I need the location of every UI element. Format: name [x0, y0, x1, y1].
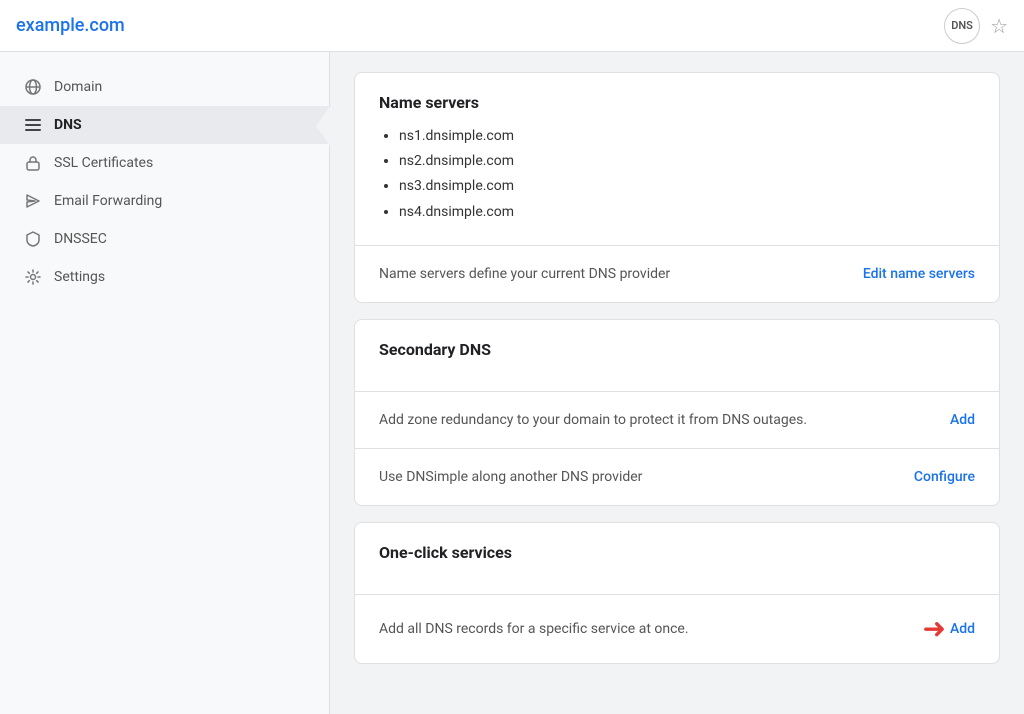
- red-arrow-icon: ➜: [922, 615, 945, 643]
- secondary-dns-add-link[interactable]: Add: [950, 412, 975, 428]
- sidebar-item-dns[interactable]: DNS: [0, 106, 329, 144]
- topbar: example.com DNS ☆: [0, 0, 1024, 52]
- one-click-services-card: One-click services Add all DNS records f…: [354, 522, 1000, 664]
- name-servers-title: Name servers: [379, 93, 975, 112]
- secondary-dns-row2: Use DNSimple along another DNS provider …: [355, 448, 999, 505]
- one-click-add-link[interactable]: Add: [950, 621, 975, 637]
- one-click-services-title: One-click services: [379, 543, 975, 562]
- one-click-add-action: ➜ Add: [922, 615, 975, 643]
- sidebar-item-dnssec[interactable]: DNSSEC: [0, 220, 329, 258]
- secondary-dns-row1: Add zone redundancy to your domain to pr…: [355, 391, 999, 448]
- site-title[interactable]: example.com: [16, 15, 125, 36]
- sidebar-item-domain-label: Domain: [54, 79, 102, 95]
- ns2: ns2.dnsimple.com: [399, 149, 975, 174]
- favorite-icon[interactable]: ☆: [990, 14, 1008, 38]
- edit-name-servers-link[interactable]: Edit name servers: [863, 266, 975, 282]
- gear-icon: [24, 268, 42, 286]
- sidebar: Domain DNS SSL Certificates: [0, 52, 330, 714]
- name-servers-footer: Name servers define your current DNS pro…: [355, 245, 999, 302]
- dns-lines-icon: [24, 116, 42, 134]
- main-content: Name servers ns1.dnsimple.com ns2.dnsimp…: [330, 52, 1024, 714]
- secondary-dns-title: Secondary DNS: [379, 340, 975, 359]
- topbar-actions: DNS ☆: [944, 8, 1008, 44]
- one-click-services-row: Add all DNS records for a specific servi…: [355, 594, 999, 663]
- name-servers-section: Name servers ns1.dnsimple.com ns2.dnsimp…: [355, 73, 999, 245]
- lock-icon: [24, 154, 42, 172]
- ns1: ns1.dnsimple.com: [399, 124, 975, 149]
- secondary-dns-header: Secondary DNS: [355, 320, 999, 391]
- sidebar-item-ssl-label: SSL Certificates: [54, 155, 153, 171]
- sidebar-item-email-forwarding[interactable]: Email Forwarding: [0, 182, 329, 220]
- secondary-dns-configure-link[interactable]: Configure: [914, 469, 975, 485]
- sidebar-item-settings[interactable]: Settings: [0, 258, 329, 296]
- sidebar-item-dnssec-label: DNSSEC: [54, 231, 107, 247]
- page-layout: Domain DNS SSL Certificates: [0, 52, 1024, 714]
- sidebar-item-settings-label: Settings: [54, 269, 105, 285]
- one-click-services-header: One-click services: [355, 523, 999, 594]
- sidebar-item-email-forwarding-label: Email Forwarding: [54, 193, 162, 209]
- sidebar-item-dns-label: DNS: [54, 117, 82, 133]
- ns3: ns3.dnsimple.com: [399, 174, 975, 199]
- sidebar-item-ssl[interactable]: SSL Certificates: [0, 144, 329, 182]
- globe-icon: [24, 78, 42, 96]
- shield-icon: [24, 230, 42, 248]
- paper-plane-icon: [24, 192, 42, 210]
- one-click-services-text: Add all DNS records for a specific servi…: [379, 621, 689, 637]
- name-servers-card: Name servers ns1.dnsimple.com ns2.dnsimp…: [354, 72, 1000, 303]
- dns-badge: DNS: [944, 8, 980, 44]
- secondary-dns-row2-text: Use DNSimple along another DNS provider: [379, 469, 642, 485]
- sidebar-item-domain[interactable]: Domain: [0, 68, 329, 106]
- ns4: ns4.dnsimple.com: [399, 200, 975, 225]
- name-servers-footer-text: Name servers define your current DNS pro…: [379, 266, 670, 282]
- secondary-dns-card: Secondary DNS Add zone redundancy to you…: [354, 319, 1000, 506]
- secondary-dns-row1-text: Add zone redundancy to your domain to pr…: [379, 412, 807, 428]
- name-servers-list: ns1.dnsimple.com ns2.dnsimple.com ns3.dn…: [379, 124, 975, 225]
